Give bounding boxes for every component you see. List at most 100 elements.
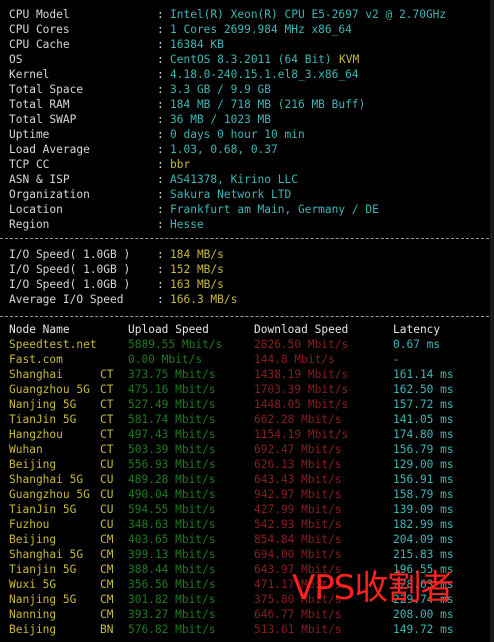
upload-speed: 503.39 Mbit/s bbox=[128, 443, 216, 456]
io-colon: : bbox=[157, 293, 164, 306]
latency-value: 161.14 ms bbox=[393, 368, 454, 381]
isp-code: CM bbox=[100, 533, 114, 546]
node-name: Guangzhou 5G bbox=[9, 383, 90, 396]
speed-header-row: Node Name Upload Speed Download Speed La… bbox=[9, 322, 440, 337]
sysinfo-colon: : bbox=[157, 38, 164, 51]
upload-speed: 403.65 Mbit/s bbox=[128, 533, 216, 546]
header-download-speed: Download Speed bbox=[254, 323, 349, 336]
node-name: Tianjin 5G bbox=[9, 563, 77, 576]
upload-speed: 348.63 Mbit/s bbox=[128, 518, 216, 531]
download-speed: 942.97 Mbit/s bbox=[254, 488, 342, 501]
sysinfo-value: Frankfurt am Main, Germany / DE bbox=[170, 203, 379, 216]
io-label: Average I/O Speed bbox=[9, 293, 124, 306]
node-name: TianJin 5G bbox=[9, 503, 77, 516]
upload-speed: 497.43 Mbit/s bbox=[128, 428, 216, 441]
terminal-window: { "sysinfo": [ {"label": "CPU Model", "v… bbox=[0, 0, 494, 642]
io-value: 152 MB/s bbox=[170, 263, 224, 276]
sysinfo-label: CPU Cache bbox=[9, 38, 70, 51]
sysinfo-label: Kernel bbox=[9, 68, 50, 81]
upload-speed: 556.93 Mbit/s bbox=[128, 458, 216, 471]
io-colon: : bbox=[157, 263, 164, 276]
io-label: I/O Speed( 1.0GB ) bbox=[9, 248, 131, 261]
io-colon: : bbox=[157, 278, 164, 291]
download-speed: 1154.19 Mbit/s bbox=[254, 428, 349, 441]
io-colon: : bbox=[157, 248, 164, 261]
sysinfo-colon: : bbox=[157, 218, 164, 231]
sysinfo-colon: : bbox=[157, 203, 164, 216]
node-name: Nanjing 5G bbox=[9, 593, 77, 606]
download-speed: 144.8 Mbit/s bbox=[254, 353, 335, 366]
latency-value: 204.09 ms bbox=[393, 533, 454, 546]
latency-value: 208.00 ms bbox=[393, 608, 454, 621]
sysinfo-label: CPU Cores bbox=[9, 23, 70, 36]
node-name: Shanghai 5G bbox=[9, 473, 84, 486]
download-speed: 643.43 Mbit/s bbox=[254, 473, 342, 486]
scrollbar-track[interactable] bbox=[490, 0, 494, 642]
upload-speed: 527.49 Mbit/s bbox=[128, 398, 216, 411]
sysinfo-colon: : bbox=[157, 113, 164, 126]
isp-code: BN bbox=[100, 623, 114, 636]
sysinfo-value: Hesse bbox=[170, 218, 204, 231]
node-name: Wuxi 5G bbox=[9, 578, 57, 591]
download-speed: 854.84 Mbit/s bbox=[254, 533, 342, 546]
latency-value: 182.99 ms bbox=[393, 518, 454, 531]
upload-speed: 576.82 Mbit/s bbox=[128, 623, 216, 636]
io-value: 184 MB/s bbox=[170, 248, 224, 261]
sysinfo-value: Intel(R) Xeon(R) CPU E5-2697 v2 @ 2.70GH… bbox=[170, 8, 447, 21]
separator-line bbox=[0, 238, 494, 239]
download-speed: 513.61 Mbit/s bbox=[254, 623, 342, 636]
upload-speed: 489.28 Mbit/s bbox=[128, 473, 216, 486]
upload-speed: 393.27 Mbit/s bbox=[128, 608, 216, 621]
latency-value: 129.00 ms bbox=[393, 458, 454, 471]
separator-line bbox=[0, 316, 494, 317]
isp-code: CT bbox=[100, 428, 114, 441]
upload-speed: 5889.55 Mbit/s bbox=[128, 338, 223, 351]
sysinfo-value: 36 MB / 1023 MB bbox=[170, 113, 272, 126]
header-latency: Latency bbox=[393, 323, 441, 336]
sysinfo-label: Total Space bbox=[9, 83, 84, 96]
header-node-name: Node Name bbox=[9, 323, 70, 336]
download-speed: 1438.19 Mbit/s bbox=[254, 368, 349, 381]
isp-code: CU bbox=[100, 488, 114, 501]
upload-speed: 490.04 Mbit/s bbox=[128, 488, 216, 501]
upload-speed: 581.74 Mbit/s bbox=[128, 413, 216, 426]
latency-value: 158.79 ms bbox=[393, 488, 454, 501]
latency-value: 139.09 ms bbox=[393, 503, 454, 516]
node-name: Wuhan bbox=[9, 443, 43, 456]
isp-code: CT bbox=[100, 368, 114, 381]
node-name: Shanghai bbox=[9, 368, 63, 381]
sysinfo-colon: : bbox=[157, 98, 164, 111]
sysinfo-label: Load Average bbox=[9, 143, 90, 156]
latency-value: 162.50 ms bbox=[393, 383, 454, 396]
sysinfo-value: Sakura Network LTD bbox=[170, 188, 292, 201]
io-value: 163 MB/s bbox=[170, 278, 224, 291]
io-label: I/O Speed( 1.0GB ) bbox=[9, 278, 131, 291]
sysinfo-label: TCP CC bbox=[9, 158, 50, 171]
upload-speed: 301.82 Mbit/s bbox=[128, 593, 216, 606]
header-upload-speed: Upload Speed bbox=[128, 323, 209, 336]
node-name: Nanning bbox=[9, 608, 57, 621]
upload-speed: 594.55 Mbit/s bbox=[128, 503, 216, 516]
sysinfo-label: Total RAM bbox=[9, 98, 70, 111]
sysinfo-label: Region bbox=[9, 218, 50, 231]
sysinfo-label: Organization bbox=[9, 188, 90, 201]
sysinfo-colon: : bbox=[157, 8, 164, 21]
watermark-text: VPS收割者 bbox=[292, 568, 454, 608]
download-speed: 542.93 Mbit/s bbox=[254, 518, 342, 531]
upload-speed: 399.13 Mbit/s bbox=[128, 548, 216, 561]
sysinfo-colon: : bbox=[157, 23, 164, 36]
sysinfo-label: Total SWAP bbox=[9, 113, 77, 126]
sysinfo-value: 16384 KB bbox=[170, 38, 224, 51]
node-name: Hangzhou bbox=[9, 428, 63, 441]
sysinfo-colon: : bbox=[157, 68, 164, 81]
download-speed: 1703.39 Mbit/s bbox=[254, 383, 349, 396]
download-speed: 646.77 Mbit/s bbox=[254, 608, 342, 621]
sysinfo-value: 1.03, 0.68, 0.37 bbox=[170, 143, 278, 156]
isp-code: CM bbox=[100, 593, 114, 606]
download-speed: 1448.05 Mbit/s bbox=[254, 398, 349, 411]
isp-code: CT bbox=[100, 383, 114, 396]
sysinfo-value: 184 MB / 718 MB (216 MB Buff) bbox=[170, 98, 366, 111]
node-name: Shanghai 5G bbox=[9, 548, 84, 561]
isp-code: CT bbox=[100, 413, 114, 426]
io-label: I/O Speed( 1.0GB ) bbox=[9, 263, 131, 276]
